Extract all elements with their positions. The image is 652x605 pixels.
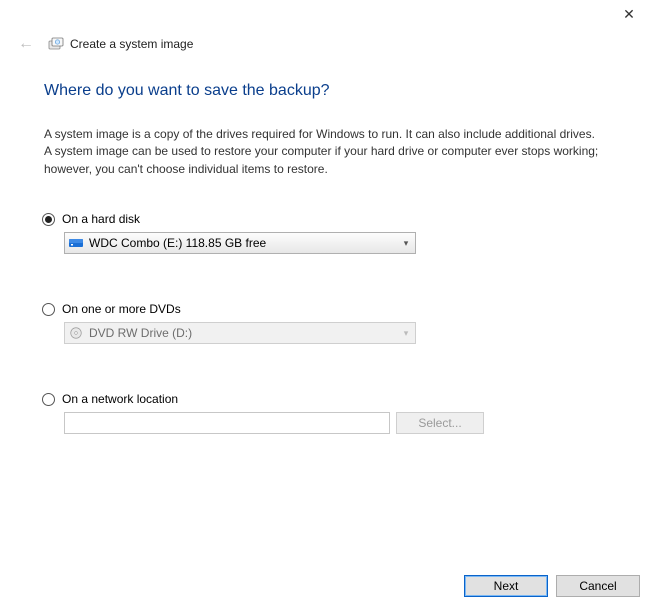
dropdown-value: DVD RW Drive (D:): [89, 326, 397, 340]
radio-label: On a network location: [62, 392, 178, 406]
radio-button-icon: [42, 393, 55, 406]
disc-icon: [68, 325, 84, 341]
radio-hard-disk[interactable]: On a hard disk: [42, 212, 608, 226]
chevron-down-icon: ▾: [397, 238, 415, 249]
option-dvd: On one or more DVDs DVD RW Drive (D:) ▾: [42, 302, 608, 344]
dropdown-value: WDC Combo (E:) 118.85 GB free: [89, 236, 397, 250]
page-description: A system image is a copy of the drives r…: [44, 126, 604, 178]
radio-dvd[interactable]: On one or more DVDs: [42, 302, 608, 316]
radio-network[interactable]: On a network location: [42, 392, 608, 406]
page-heading: Where do you want to save the backup?: [44, 82, 608, 100]
next-button[interactable]: Next: [464, 575, 548, 597]
close-icon[interactable]: ✕: [620, 6, 638, 23]
system-image-icon: [48, 36, 64, 52]
radio-button-icon: [42, 303, 55, 316]
radio-button-icon: [42, 213, 55, 226]
radio-label: On a hard disk: [62, 212, 140, 226]
dvd-dropdown: DVD RW Drive (D:) ▾: [64, 322, 416, 344]
option-network: On a network location Select...: [42, 392, 608, 434]
wizard-header: ← Create a system image: [0, 30, 652, 58]
network-path-input[interactable]: [64, 412, 390, 434]
chevron-down-icon: ▾: [397, 328, 415, 339]
content-area: Where do you want to save the backup? A …: [0, 58, 652, 434]
option-hard-disk: On a hard disk WDC Combo (E:) 118.85 GB …: [42, 212, 608, 254]
footer-buttons: Next Cancel: [464, 575, 640, 597]
back-icon[interactable]: ←: [12, 33, 40, 55]
header-title: Create a system image: [70, 37, 193, 51]
cancel-button[interactable]: Cancel: [556, 575, 640, 597]
titlebar: ✕: [0, 0, 652, 30]
hard-drive-icon: [68, 235, 84, 251]
network-select-button: Select...: [396, 412, 484, 434]
radio-label: On one or more DVDs: [62, 302, 181, 316]
hard-disk-dropdown[interactable]: WDC Combo (E:) 118.85 GB free ▾: [64, 232, 416, 254]
